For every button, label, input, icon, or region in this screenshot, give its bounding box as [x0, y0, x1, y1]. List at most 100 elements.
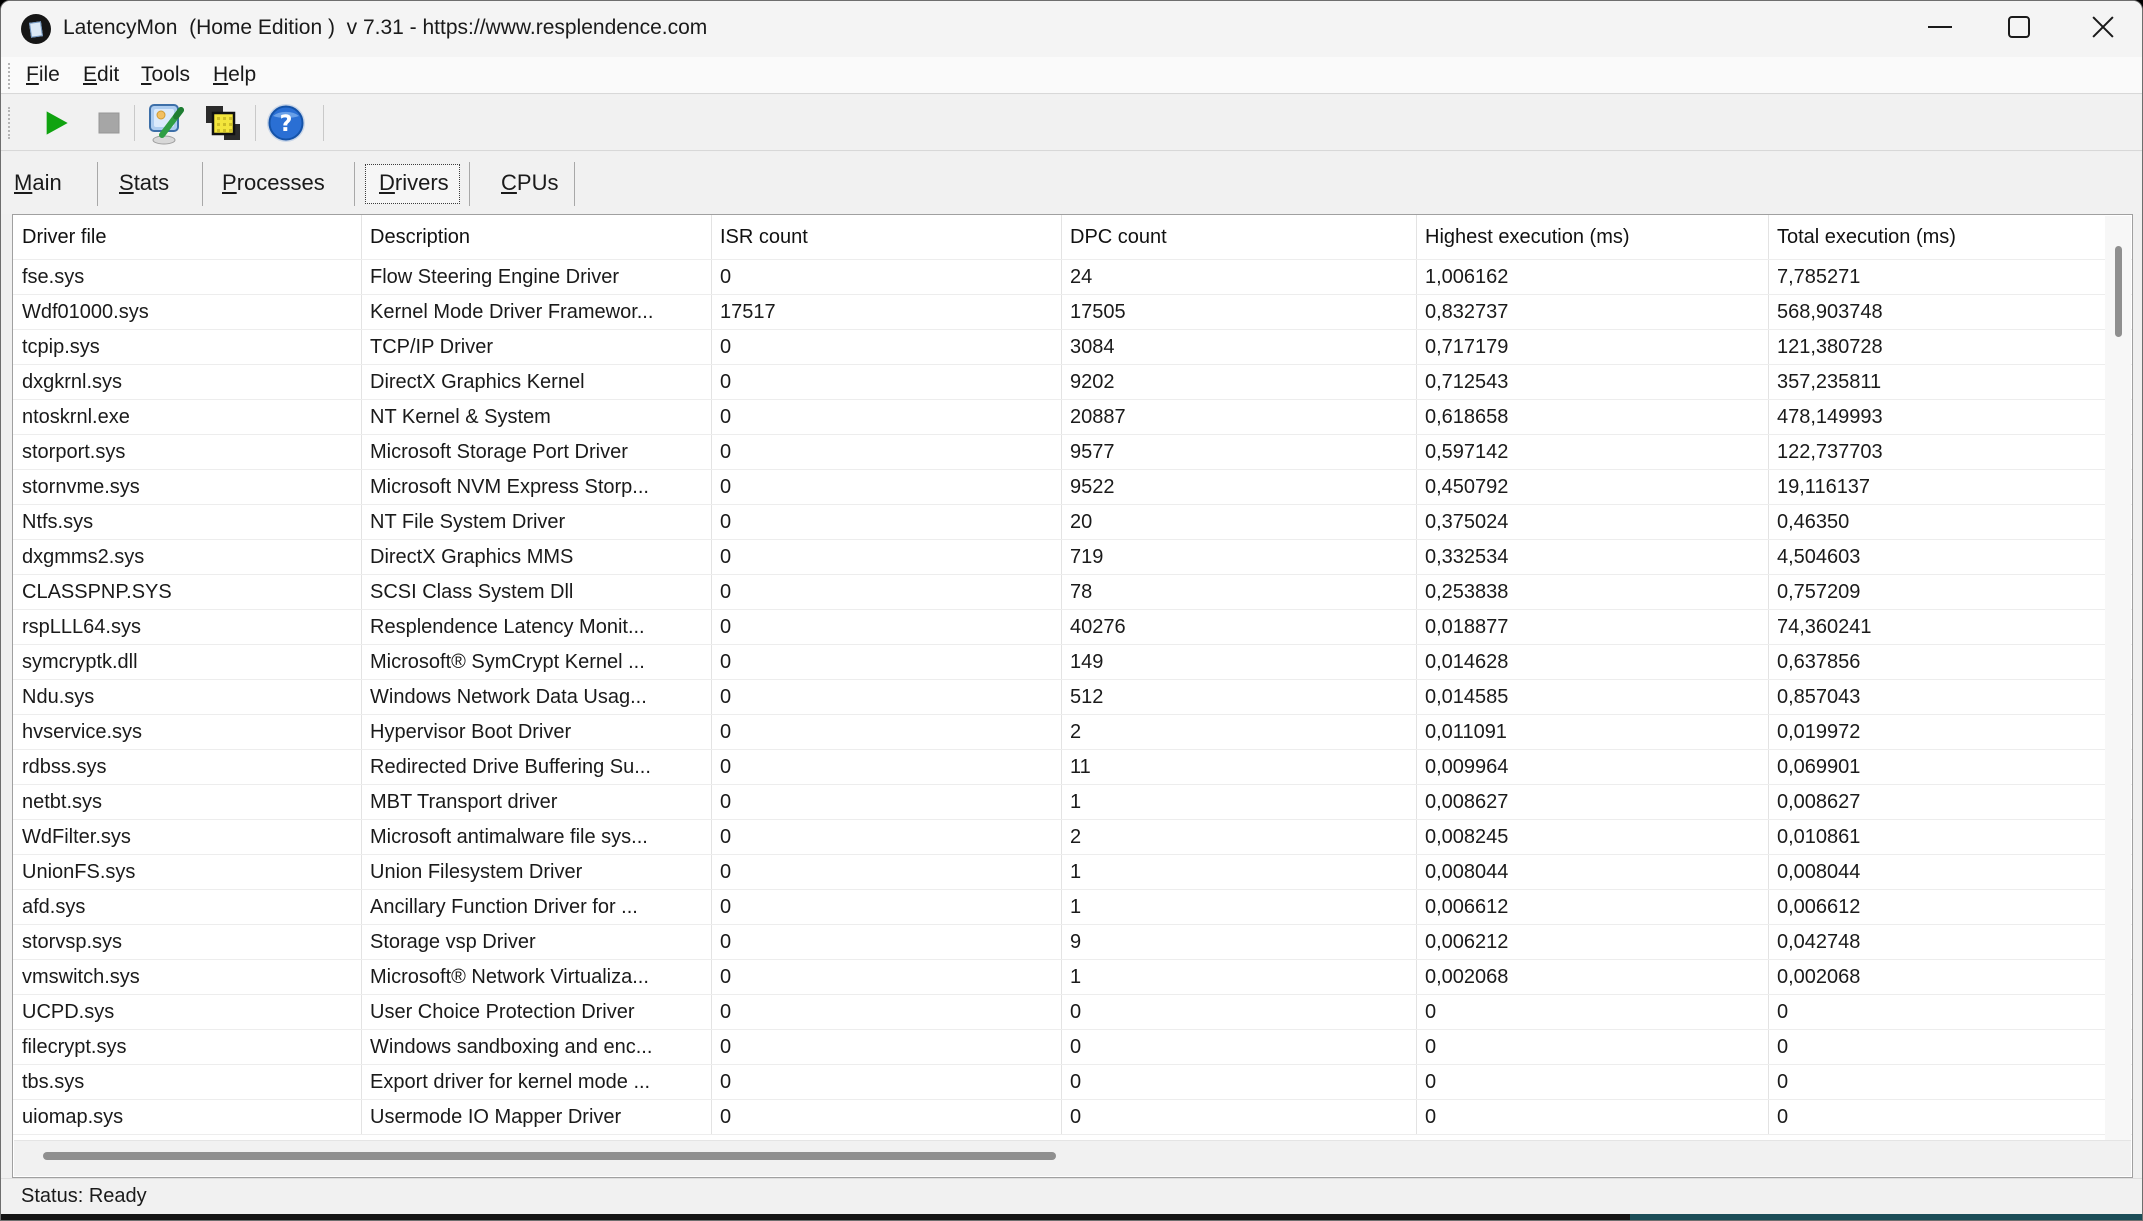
table-row[interactable]: Ntfs.sys NT File System Driver 0 20 0,37… [13, 505, 2132, 540]
menu-help[interactable]: Help [213, 57, 256, 93]
cell-dpc-count[interactable]: 512 [1062, 680, 1417, 714]
cell-total-execution[interactable]: 0,002068 [1769, 960, 2132, 994]
cell-highest-execution[interactable]: 0 [1417, 995, 1769, 1029]
cell-dpc-count[interactable]: 9522 [1062, 470, 1417, 504]
menu-tools[interactable]: Tools [141, 57, 190, 93]
cell-highest-execution[interactable]: 0,011091 [1417, 715, 1769, 749]
cell-description[interactable]: TCP/IP Driver [362, 330, 712, 364]
cell-total-execution[interactable]: 0,857043 [1769, 680, 2132, 714]
cell-total-execution[interactable]: 0,006612 [1769, 890, 2132, 924]
cell-isr-count[interactable]: 0 [712, 435, 1062, 469]
cell-description[interactable]: Kernel Mode Driver Framewor... [362, 295, 712, 329]
tab-processes[interactable]: Processes [222, 161, 325, 205]
cell-total-execution[interactable]: 0,008627 [1769, 785, 2132, 819]
cell-highest-execution[interactable]: 0,014628 [1417, 645, 1769, 679]
toolbar-gripper-handle[interactable] [8, 107, 12, 139]
cell-highest-execution[interactable]: 0,002068 [1417, 960, 1769, 994]
cell-isr-count[interactable]: 0 [712, 855, 1062, 889]
table-row[interactable]: dxgmms2.sys DirectX Graphics MMS 0 719 0… [13, 540, 2132, 575]
cell-description[interactable]: DirectX Graphics Kernel [362, 365, 712, 399]
cell-highest-execution[interactable]: 0,008245 [1417, 820, 1769, 854]
cell-description[interactable]: MBT Transport driver [362, 785, 712, 819]
column-header-driver-file[interactable]: Driver file [13, 215, 362, 259]
cell-isr-count[interactable]: 0 [712, 750, 1062, 784]
cell-driver-file[interactable]: uiomap.sys [13, 1100, 362, 1134]
cell-description[interactable]: Usermode IO Mapper Driver [362, 1100, 712, 1134]
close-button[interactable] [2071, 1, 2135, 53]
cell-dpc-count[interactable]: 9577 [1062, 435, 1417, 469]
cell-isr-count[interactable]: 0 [712, 505, 1062, 539]
cell-dpc-count[interactable]: 2 [1062, 820, 1417, 854]
table-row[interactable]: UCPD.sys User Choice Protection Driver 0… [13, 995, 2132, 1030]
cell-driver-file[interactable]: tbs.sys [13, 1065, 362, 1099]
minimize-button[interactable] [1908, 1, 1972, 53]
cell-driver-file[interactable]: storport.sys [13, 435, 362, 469]
cell-isr-count[interactable]: 0 [712, 680, 1062, 714]
cell-total-execution[interactable]: 0,042748 [1769, 925, 2132, 959]
tab-stats[interactable]: Stats [119, 161, 169, 205]
cell-driver-file[interactable]: afd.sys [13, 890, 362, 924]
cell-description[interactable]: Ancillary Function Driver for ... [362, 890, 712, 924]
cell-description[interactable]: Redirected Drive Buffering Su... [362, 750, 712, 784]
cell-dpc-count[interactable]: 0 [1062, 995, 1417, 1029]
table-row[interactable]: uiomap.sys Usermode IO Mapper Driver 0 0… [13, 1100, 2132, 1135]
table-row[interactable]: netbt.sys MBT Transport driver 0 1 0,008… [13, 785, 2132, 820]
cell-dpc-count[interactable]: 9202 [1062, 365, 1417, 399]
cell-highest-execution[interactable]: 0,006612 [1417, 890, 1769, 924]
cell-highest-execution[interactable]: 0,618658 [1417, 400, 1769, 434]
cell-total-execution[interactable]: 0 [1769, 1065, 2132, 1099]
cell-dpc-count[interactable]: 24 [1062, 260, 1417, 294]
cell-driver-file[interactable]: Ndu.sys [13, 680, 362, 714]
cell-highest-execution[interactable]: 1,006162 [1417, 260, 1769, 294]
cell-total-execution[interactable]: 0,46350 [1769, 505, 2132, 539]
table-row[interactable]: stornvme.sys Microsoft NVM Express Storp… [13, 470, 2132, 505]
cell-total-execution[interactable]: 121,380728 [1769, 330, 2132, 364]
vertical-scrollbar-thumb[interactable] [2115, 246, 2122, 337]
table-row[interactable]: afd.sys Ancillary Function Driver for ..… [13, 890, 2132, 925]
cell-total-execution[interactable]: 0,637856 [1769, 645, 2132, 679]
cell-highest-execution[interactable]: 0,832737 [1417, 295, 1769, 329]
column-header-dpc-count[interactable]: DPC count [1062, 215, 1417, 259]
cell-driver-file[interactable]: Wdf01000.sys [13, 295, 362, 329]
cell-highest-execution[interactable]: 0,717179 [1417, 330, 1769, 364]
cell-dpc-count[interactable]: 17505 [1062, 295, 1417, 329]
cell-description[interactable]: NT Kernel & System [362, 400, 712, 434]
table-row[interactable]: dxgkrnl.sys DirectX Graphics Kernel 0 92… [13, 365, 2132, 400]
cell-total-execution[interactable]: 0,069901 [1769, 750, 2132, 784]
cell-isr-count[interactable]: 0 [712, 960, 1062, 994]
cell-dpc-count[interactable]: 719 [1062, 540, 1417, 574]
cell-driver-file[interactable]: netbt.sys [13, 785, 362, 819]
cell-dpc-count[interactable]: 20887 [1062, 400, 1417, 434]
cell-description[interactable]: DirectX Graphics MMS [362, 540, 712, 574]
cell-dpc-count[interactable]: 1 [1062, 890, 1417, 924]
cell-isr-count[interactable]: 0 [712, 715, 1062, 749]
cell-driver-file[interactable]: WdFilter.sys [13, 820, 362, 854]
cell-isr-count[interactable]: 0 [712, 575, 1062, 609]
cell-highest-execution[interactable]: 0,008044 [1417, 855, 1769, 889]
cell-total-execution[interactable]: 0 [1769, 1100, 2132, 1134]
cell-isr-count[interactable]: 0 [712, 1100, 1062, 1134]
table-row[interactable]: tcpip.sys TCP/IP Driver 0 3084 0,717179 … [13, 330, 2132, 365]
tab-cpus[interactable]: CPUs [501, 161, 558, 205]
cell-isr-count[interactable]: 0 [712, 890, 1062, 924]
cell-highest-execution[interactable]: 0,332534 [1417, 540, 1769, 574]
cell-highest-execution[interactable]: 0 [1417, 1100, 1769, 1134]
cell-highest-execution[interactable]: 0,597142 [1417, 435, 1769, 469]
cell-dpc-count[interactable]: 1 [1062, 785, 1417, 819]
cell-driver-file[interactable]: rdbss.sys [13, 750, 362, 784]
stop-monitor-button[interactable] [87, 101, 131, 145]
tab-main[interactable]: Main [14, 161, 62, 205]
cell-total-execution[interactable]: 0,757209 [1769, 575, 2132, 609]
cell-dpc-count[interactable]: 3084 [1062, 330, 1417, 364]
cell-highest-execution[interactable]: 0 [1417, 1065, 1769, 1099]
cell-total-execution[interactable]: 0,019972 [1769, 715, 2132, 749]
cell-dpc-count[interactable]: 78 [1062, 575, 1417, 609]
cell-dpc-count[interactable]: 1 [1062, 855, 1417, 889]
cell-driver-file[interactable]: hvservice.sys [13, 715, 362, 749]
cell-driver-file[interactable]: fse.sys [13, 260, 362, 294]
cell-description[interactable]: NT File System Driver [362, 505, 712, 539]
cell-highest-execution[interactable]: 0,008627 [1417, 785, 1769, 819]
table-row[interactable]: WdFilter.sys Microsoft antimalware file … [13, 820, 2132, 855]
cell-description[interactable]: Microsoft antimalware file sys... [362, 820, 712, 854]
cell-driver-file[interactable]: dxgmms2.sys [13, 540, 362, 574]
